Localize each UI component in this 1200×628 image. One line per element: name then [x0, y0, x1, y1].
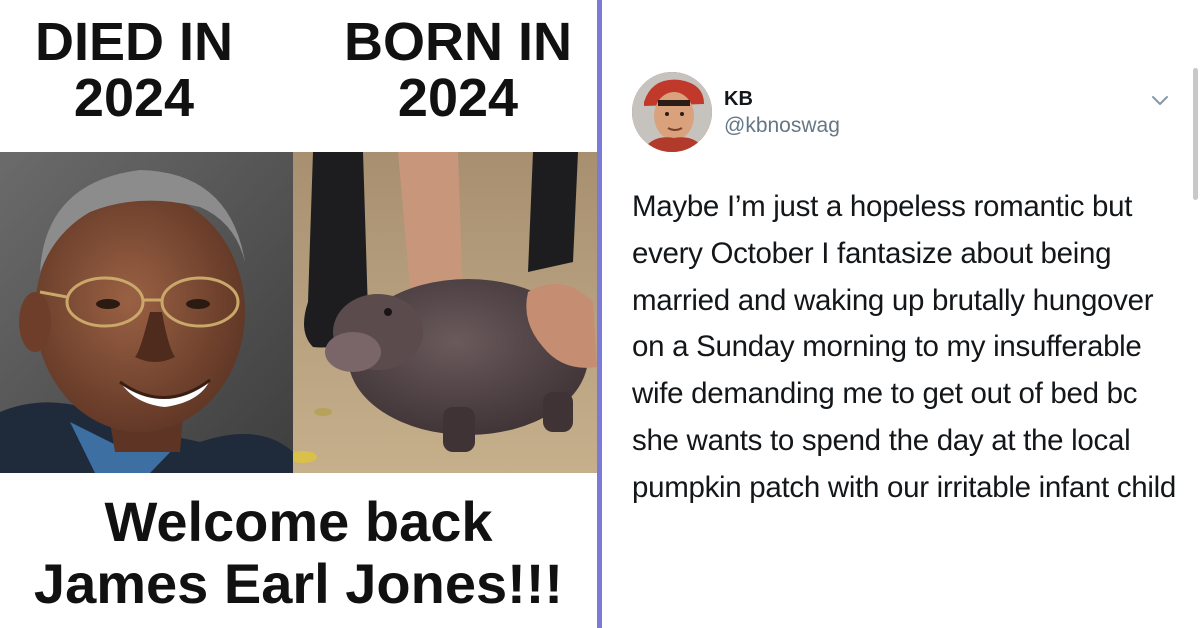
- born-heading-line1: BORN IN: [344, 12, 572, 72]
- tweet-text: Maybe I’m just a hopeless romantic but e…: [632, 190, 1177, 504]
- born-heading: BORN IN 2024: [318, 14, 597, 126]
- born-heading-year: 2024: [397, 68, 519, 128]
- scrollbar-thumb[interactable]: [1193, 68, 1198, 200]
- caption-line1: Welcome back: [104, 490, 493, 553]
- avatar[interactable]: [632, 72, 712, 152]
- died-heading-year: 2024: [73, 68, 195, 128]
- died-heading-line1: DIED IN: [34, 12, 234, 72]
- tweet-card: KB @kbnoswag Maybe I’m just a hopeless r…: [602, 0, 1200, 628]
- chevron-down-icon[interactable]: [1148, 90, 1172, 110]
- caption-line2: James Earl Jones!!!: [33, 552, 564, 615]
- display-name[interactable]: KB: [724, 88, 753, 111]
- user-handle[interactable]: @kbnoswag: [724, 114, 840, 138]
- meme-panel: DIED IN 2024 BORN IN 2024 Welcome back J…: [0, 0, 597, 628]
- died-heading: DIED IN 2024: [0, 14, 274, 126]
- portrait-photo: [0, 152, 293, 473]
- baby-hippo-photo: [293, 152, 597, 473]
